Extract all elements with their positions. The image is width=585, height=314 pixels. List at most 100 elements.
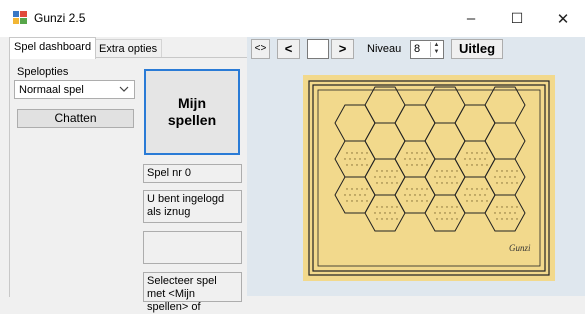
toolbar: <> < > Niveau 8 ▲ ▼ Uitleg bbox=[247, 37, 585, 61]
board-dot bbox=[434, 212, 436, 214]
board-dot bbox=[419, 194, 421, 196]
board-dot bbox=[364, 158, 366, 160]
previous-button[interactable]: < bbox=[277, 39, 300, 59]
board-dot bbox=[394, 212, 396, 214]
board-dot bbox=[436, 170, 438, 172]
board-dot bbox=[361, 164, 363, 166]
instruction-field: Selecteer spel met <Mijn spellen> of bbox=[143, 272, 242, 313]
board-dot bbox=[389, 176, 391, 178]
board-dot bbox=[486, 200, 488, 202]
board-dot bbox=[379, 176, 381, 178]
board-dot bbox=[379, 212, 381, 214]
board-dot bbox=[514, 176, 516, 178]
board-dot bbox=[444, 176, 446, 178]
spel-nr-field: Spel nr 0 bbox=[143, 164, 242, 183]
board-dot bbox=[444, 212, 446, 214]
board-dot bbox=[404, 158, 406, 160]
board-dot bbox=[386, 218, 388, 220]
board-dot bbox=[366, 188, 368, 190]
board-dot bbox=[469, 194, 471, 196]
spelopties-select[interactable]: Normaal spel bbox=[14, 80, 135, 99]
board-dot bbox=[411, 188, 413, 190]
board-dot bbox=[506, 170, 508, 172]
board-dot bbox=[506, 206, 508, 208]
tab-extra-opties[interactable]: Extra opties bbox=[94, 39, 163, 58]
board-dot bbox=[451, 170, 453, 172]
uitleg-button[interactable]: Uitleg bbox=[451, 39, 503, 59]
board-dot bbox=[466, 188, 468, 190]
board-dot bbox=[474, 194, 476, 196]
board-dot bbox=[366, 200, 368, 202]
board-signature: Gunzi bbox=[509, 243, 531, 253]
board-dot bbox=[351, 152, 353, 154]
toggle-view-button[interactable]: <> bbox=[251, 39, 270, 59]
board-dot bbox=[346, 188, 348, 190]
chevron-down-icon bbox=[119, 83, 129, 98]
maximize-button[interactable]: ☐ bbox=[494, 0, 540, 37]
board-dot bbox=[376, 218, 378, 220]
board-dot bbox=[511, 206, 513, 208]
niveau-stepper[interactable]: 8 ▲ ▼ bbox=[410, 40, 444, 59]
board-dot bbox=[416, 200, 418, 202]
board-dot bbox=[446, 218, 448, 220]
board-dot bbox=[484, 194, 486, 196]
spelopties-label: Spelopties bbox=[17, 66, 69, 78]
board-dot bbox=[484, 158, 486, 160]
select-value: Normaal spel bbox=[19, 84, 84, 96]
board-dot bbox=[496, 218, 498, 220]
board-dot bbox=[476, 200, 478, 202]
board-dot bbox=[396, 206, 398, 208]
board-dot bbox=[476, 164, 478, 166]
board-dot bbox=[356, 164, 358, 166]
board-dot bbox=[471, 188, 473, 190]
board-dot bbox=[411, 152, 413, 154]
board-dot bbox=[471, 164, 473, 166]
board-dot bbox=[354, 158, 356, 160]
niveau-label: Niveau bbox=[367, 43, 402, 55]
board-dot bbox=[466, 152, 468, 154]
board-dot bbox=[506, 218, 508, 220]
board-dot bbox=[361, 188, 363, 190]
empty-field bbox=[143, 231, 242, 264]
next-button[interactable]: > bbox=[331, 39, 354, 59]
board-dot bbox=[496, 170, 498, 172]
board-dot bbox=[441, 182, 443, 184]
board-dot bbox=[406, 152, 408, 154]
board-dot bbox=[344, 158, 346, 160]
close-button[interactable]: ✕ bbox=[540, 0, 585, 37]
mijn-spellen-button[interactable]: Mijn spellen bbox=[144, 69, 240, 155]
board-dot bbox=[464, 194, 466, 196]
board-dot bbox=[421, 200, 423, 202]
board-dot bbox=[421, 152, 423, 154]
board-dot bbox=[486, 188, 488, 190]
board-svg[interactable]: Gunzi bbox=[303, 75, 555, 281]
dashboard-panel: Spel dashboard Extra opties Spelopties N… bbox=[0, 37, 248, 313]
move-input[interactable] bbox=[307, 39, 329, 59]
niveau-value: 8 bbox=[414, 43, 421, 55]
board-dot bbox=[516, 218, 518, 220]
board-dot bbox=[499, 212, 501, 214]
board-dot bbox=[349, 194, 351, 196]
board-dot bbox=[481, 164, 483, 166]
mijn-spellen-line2: spellen bbox=[167, 112, 217, 128]
tab-spel-dashboard[interactable]: Spel dashboard bbox=[9, 37, 97, 59]
board-dot bbox=[466, 164, 468, 166]
stepper-arrows-icon[interactable]: ▲ ▼ bbox=[430, 42, 442, 57]
chat-button[interactable]: Chatten bbox=[17, 109, 134, 128]
board-dot bbox=[374, 176, 376, 178]
board-dot bbox=[364, 194, 366, 196]
board-dot bbox=[411, 164, 413, 166]
minimize-button[interactable]: – bbox=[448, 0, 494, 37]
board-dot bbox=[516, 206, 518, 208]
board-dot bbox=[346, 164, 348, 166]
board-dot bbox=[416, 188, 418, 190]
board-dot bbox=[426, 164, 428, 166]
board-dot bbox=[356, 152, 358, 154]
game-board[interactable]: Gunzi bbox=[303, 75, 555, 281]
board-dot bbox=[414, 158, 416, 160]
board-dot bbox=[376, 206, 378, 208]
board-dot bbox=[434, 176, 436, 178]
board-dot bbox=[511, 170, 513, 172]
board-dot bbox=[359, 194, 361, 196]
board-dot bbox=[389, 212, 391, 214]
